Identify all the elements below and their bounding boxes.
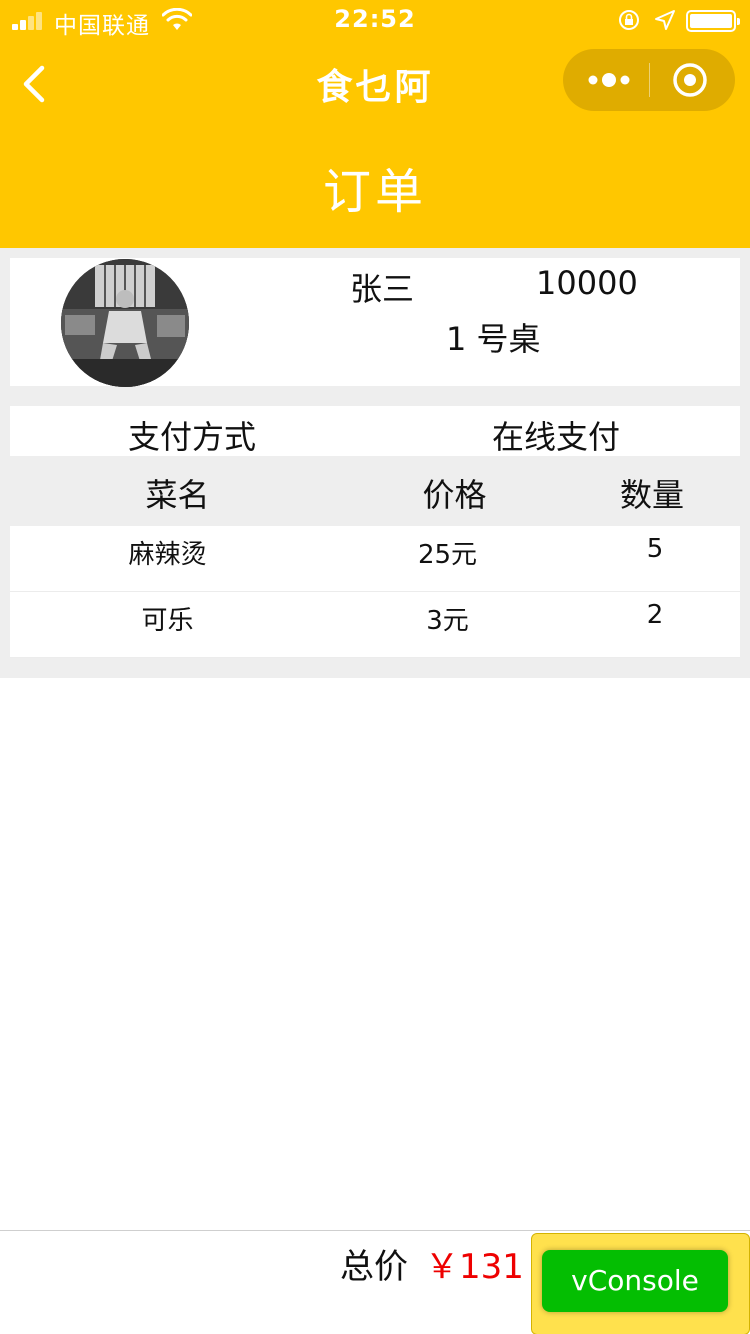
battery-icon [686, 10, 740, 32]
item-qty: 5 [646, 534, 664, 564]
capsule-divider [649, 63, 650, 97]
column-header-qty: 数量 [619, 476, 684, 514]
payment-label: 支付方式 [128, 418, 257, 456]
order-items: 麻辣烫 25元 5 可乐 3元 2 [10, 526, 740, 658]
miniprogram-capsule [563, 49, 735, 111]
user-id: 10000 [536, 264, 638, 302]
item-price: 3元 [426, 606, 469, 636]
close-miniprogram-icon[interactable] [672, 62, 708, 98]
item-name: 麻辣烫 [128, 540, 207, 570]
table-row: 可乐 3元 2 [10, 592, 740, 658]
table-number: 1 号桌 [446, 320, 541, 358]
total-price: ￥131 [425, 1247, 524, 1287]
table-row: 麻辣烫 25元 5 [10, 526, 740, 592]
table-header: 菜名 价格 数量 [10, 456, 740, 526]
page-title: 订单 [322, 164, 427, 220]
vconsole-button[interactable]: vConsole [542, 1250, 728, 1312]
item-name: 可乐 [141, 606, 194, 636]
user-name: 张三 [350, 270, 415, 308]
more-icon[interactable] [583, 59, 635, 101]
payment-value: 在线支付 [492, 418, 621, 456]
status-bar: 中国联通 22:52 [0, 0, 750, 40]
column-header-price: 价格 [422, 476, 487, 514]
payment-row: 支付方式 在线支付 [10, 406, 740, 456]
header: 中国联通 22:52 食乜阿 订单 [0, 0, 750, 248]
column-header-name: 菜名 [145, 476, 210, 514]
total-label: 总价 [340, 1247, 408, 1287]
user-card: 张三 10000 1 号桌 [10, 258, 740, 387]
rotation-lock-icon [619, 10, 639, 30]
item-qty: 2 [646, 600, 664, 630]
avatar [61, 259, 189, 387]
item-price: 25元 [417, 540, 478, 570]
location-icon [655, 10, 675, 30]
